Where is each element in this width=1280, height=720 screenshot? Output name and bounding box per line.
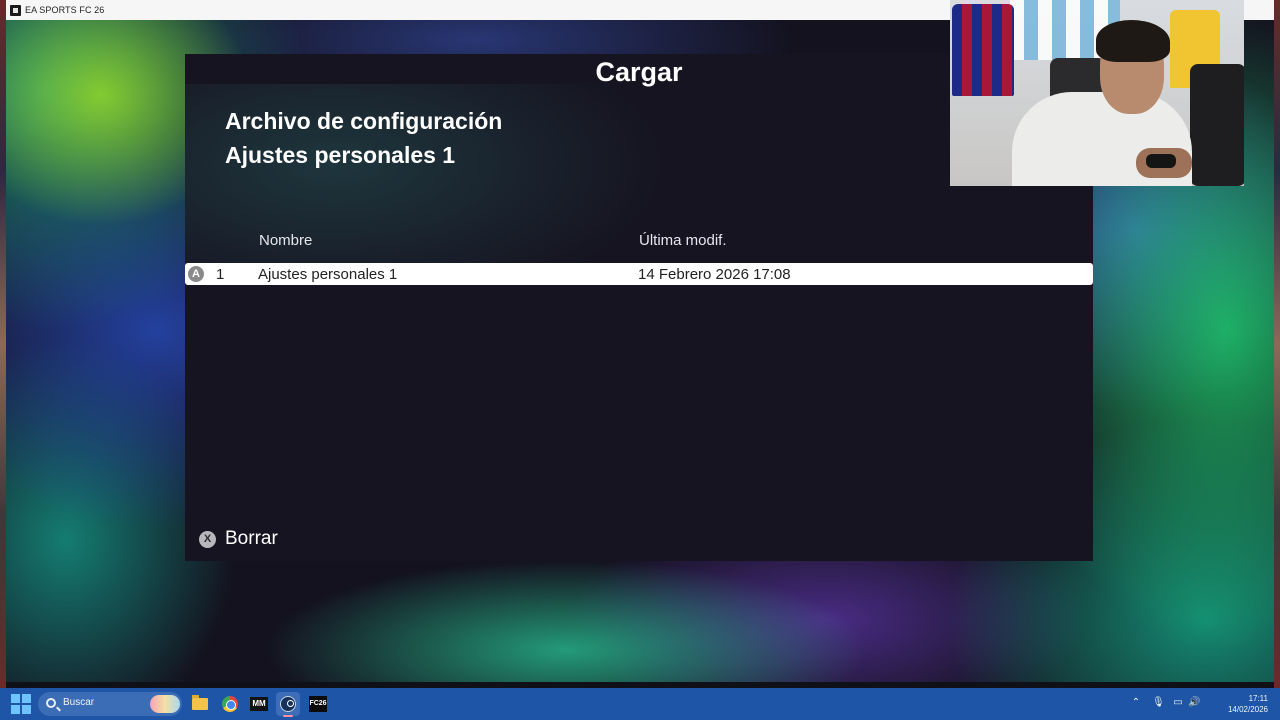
chrome-icon[interactable]: [218, 692, 242, 716]
file-explorer-icon[interactable]: [188, 692, 212, 716]
taskbar: Buscar MM FC26 ⌃ 🎙 ▭ 🔊 17:11 14/02/2026: [0, 688, 1280, 720]
clock-time: 17:11: [1248, 694, 1268, 703]
row-index: 1: [216, 266, 225, 283]
fc26-icon[interactable]: FC26: [306, 692, 330, 716]
taskbar-search[interactable]: Buscar: [38, 692, 182, 716]
file-name-heading: Ajustes personales 1: [225, 142, 456, 168]
webcam-overlay: [950, 0, 1244, 186]
window-title: EA SPORTS FC 26: [25, 5, 105, 15]
column-header-name: Nombre: [259, 232, 313, 249]
chevron-up-icon[interactable]: ⌃: [1130, 697, 1142, 709]
webcam-jersey-left: [952, 4, 1014, 96]
column-header-modified: Última modif.: [639, 232, 727, 249]
desktop-edge-right: [1274, 0, 1280, 688]
webcam-chair-right: [1190, 64, 1244, 186]
network-icon[interactable]: ▭: [1172, 697, 1184, 709]
file-type-heading: Archivo de configuración: [225, 108, 503, 134]
search-icon: [46, 698, 56, 708]
clock-date: 14/02/2026: [1227, 705, 1268, 714]
windows-start-icon[interactable]: [10, 693, 32, 715]
volume-icon[interactable]: 🔊: [1188, 697, 1200, 709]
delete-action[interactable]: X Borrar: [199, 528, 278, 550]
row-modified-date: 14 Febrero 2026 17:08: [638, 266, 791, 283]
search-placeholder: Buscar: [63, 697, 95, 708]
mm-icon[interactable]: MM: [247, 692, 271, 716]
microphone-icon[interactable]: 🎙: [1152, 697, 1165, 709]
system-tray: ⌃ 🎙 ▭ 🔊 17:11 14/02/2026: [1130, 688, 1280, 720]
app-icon: [10, 4, 21, 16]
x-button-icon: X: [199, 530, 216, 548]
search-highlight-icon: [150, 695, 180, 713]
a-button-icon: A: [188, 266, 204, 282]
clock[interactable]: 17:11 14/02/2026: [1228, 693, 1268, 715]
file-row-selected[interactable]: A 1 Ajustes personales 1 14 Febrero 2026…: [185, 263, 1093, 285]
webcam-controller: [1146, 154, 1176, 168]
webcam-person-hair: [1096, 20, 1170, 62]
steam-icon[interactable]: [276, 692, 300, 717]
row-file-name: Ajustes personales 1: [258, 266, 398, 283]
delete-label: Borrar: [225, 528, 278, 549]
